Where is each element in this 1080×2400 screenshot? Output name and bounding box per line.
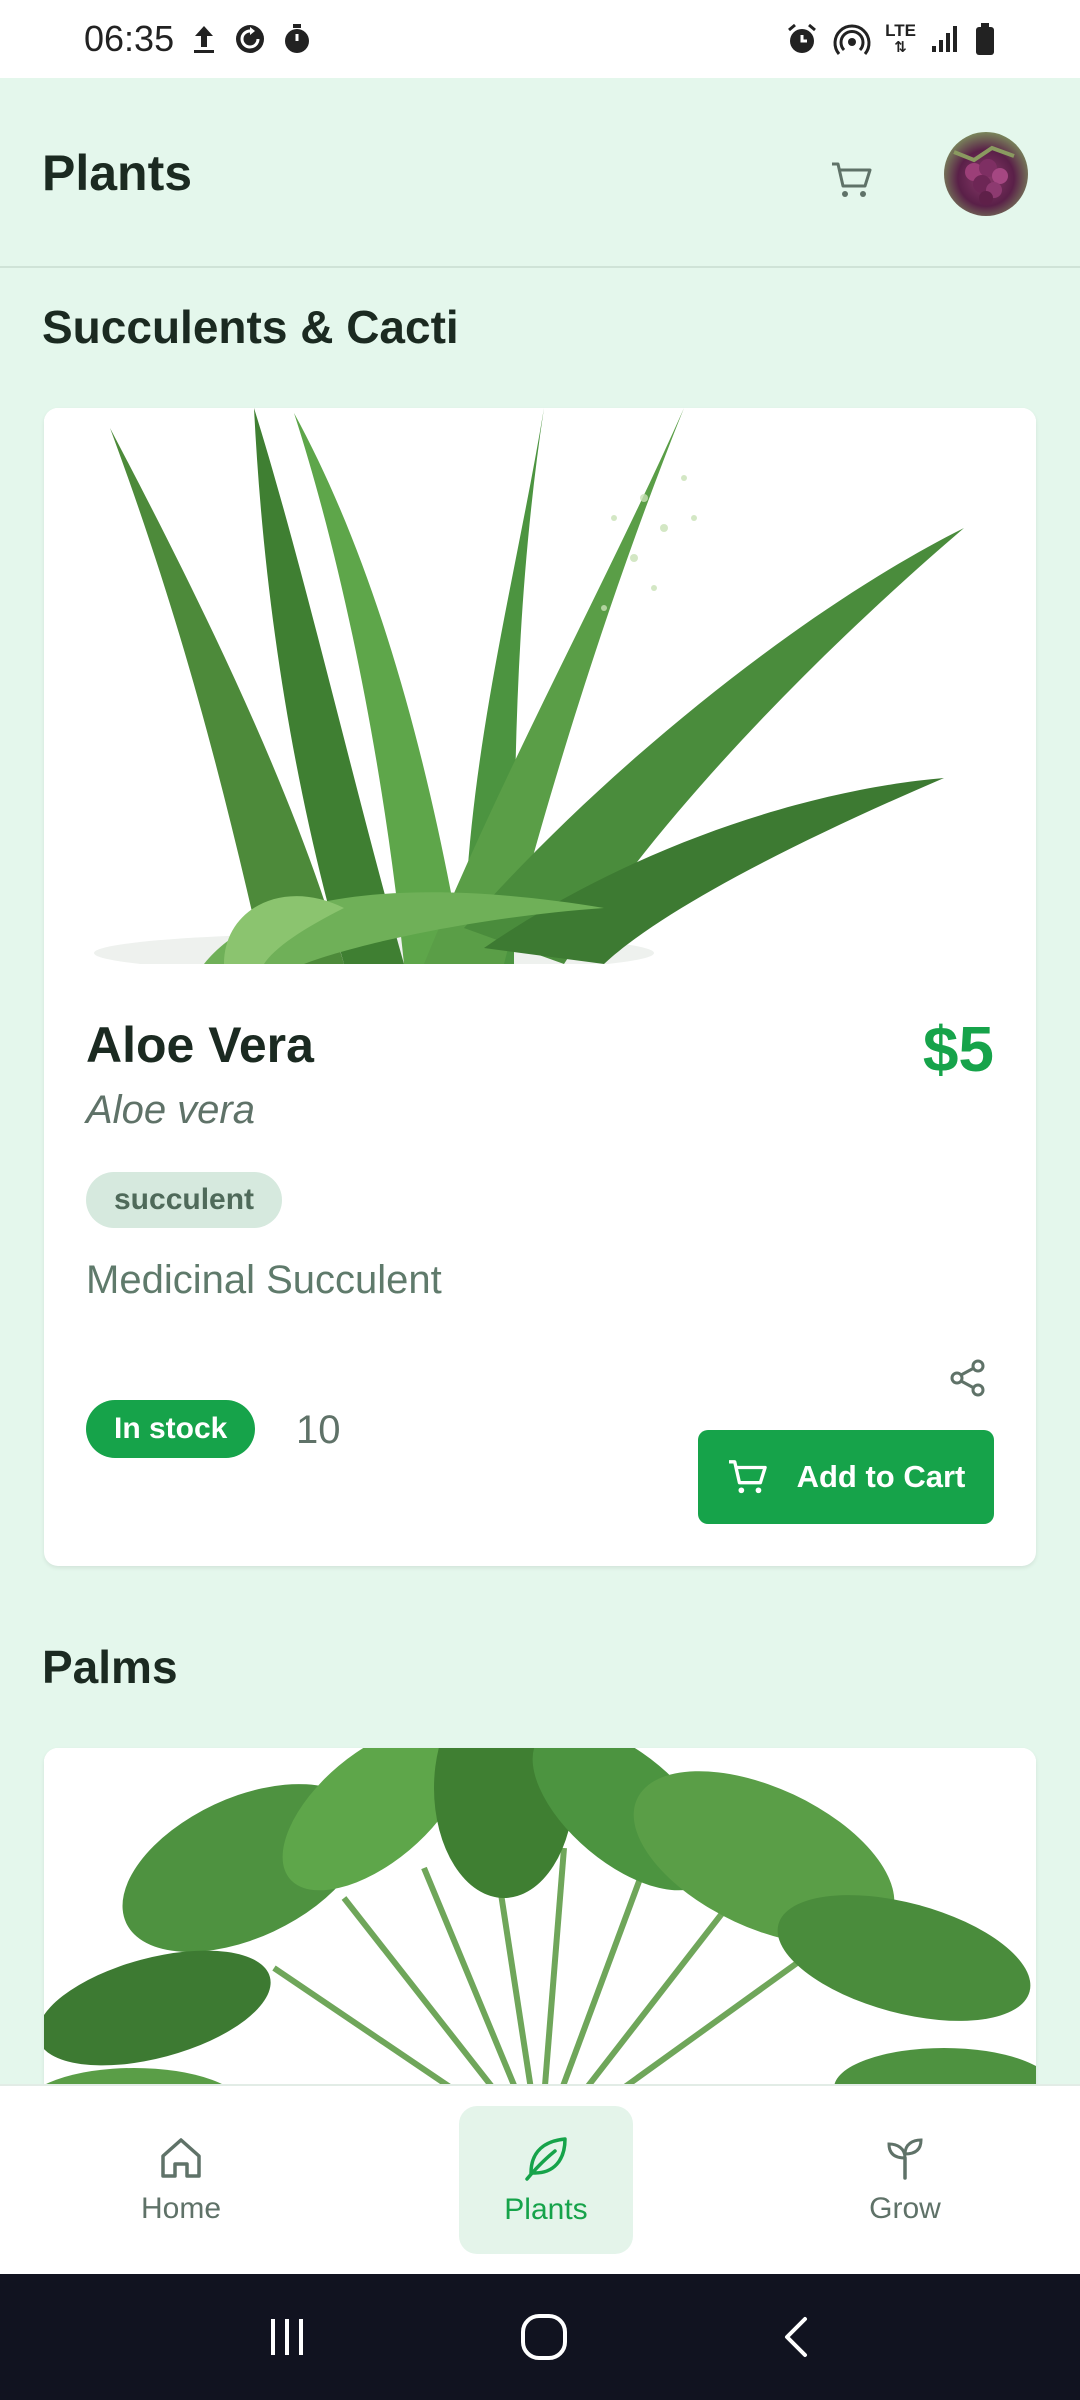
alarm-icon bbox=[785, 22, 819, 56]
plant-description: Medicinal Succulent bbox=[86, 1258, 442, 1302]
signal-icon bbox=[930, 24, 960, 54]
stock-status-badge: In stock bbox=[86, 1400, 256, 1458]
sync-icon bbox=[234, 23, 266, 55]
recents-icon[interactable] bbox=[263, 2313, 311, 2361]
plant-price: $5 bbox=[922, 1013, 994, 1085]
section-heading-palms: Palms bbox=[42, 1641, 178, 1693]
plant-card-aloe-vera[interactable]: Aloe Vera $5 Aloe vera succulent Medicin… bbox=[44, 408, 1036, 1566]
stopwatch-icon bbox=[282, 23, 312, 55]
cart-icon[interactable] bbox=[820, 148, 884, 212]
status-bar: 06:35 LTE ⇅ bbox=[0, 0, 1080, 78]
system-navigation-bar bbox=[0, 2274, 1080, 2400]
nav-label-home: Home bbox=[140, 2192, 222, 2225]
app-header: Plants bbox=[0, 78, 1080, 268]
sprout-icon bbox=[881, 2134, 929, 2182]
home-circle-icon[interactable] bbox=[518, 2311, 570, 2363]
share-icon[interactable] bbox=[944, 1354, 992, 1402]
aloe-vera-plant-image bbox=[44, 408, 1036, 973]
nav-label-plants: Plants bbox=[504, 2193, 588, 2226]
add-to-cart-label: Add to Cart bbox=[796, 1459, 966, 1494]
home-icon bbox=[157, 2134, 205, 2182]
hotspot-icon bbox=[833, 22, 871, 56]
lte-label: LTE bbox=[885, 21, 916, 40]
nav-label-grow: Grow bbox=[869, 2192, 941, 2225]
scientific-name: Aloe vera bbox=[86, 1088, 255, 1132]
bottom-navigation: Home Plants Grow bbox=[0, 2084, 1080, 2274]
cart-icon bbox=[727, 1458, 769, 1496]
back-icon[interactable] bbox=[777, 2313, 817, 2361]
leaf-icon bbox=[521, 2133, 571, 2183]
status-left: 06:35 bbox=[84, 18, 312, 60]
plant-name: Aloe Vera bbox=[86, 1017, 314, 1073]
nav-item-home[interactable]: Home bbox=[94, 2106, 268, 2254]
status-time: 06:35 bbox=[84, 18, 175, 59]
nav-item-grow[interactable]: Grow bbox=[818, 2106, 992, 2254]
page-title: Plants bbox=[42, 145, 193, 201]
status-right: LTE ⇅ bbox=[785, 22, 996, 56]
battery-icon bbox=[974, 22, 996, 56]
avatar[interactable] bbox=[944, 132, 1028, 216]
section-heading-succulents: Succulents & Cacti bbox=[42, 301, 459, 353]
lte-arrows: ⇅ bbox=[894, 39, 907, 56]
stock-count: 10 bbox=[296, 1408, 341, 1452]
upload-icon bbox=[190, 23, 218, 55]
category-tag: succulent bbox=[86, 1172, 283, 1228]
lte-icon: LTE ⇅ bbox=[885, 22, 916, 56]
add-to-cart-button[interactable]: Add to Cart bbox=[698, 1430, 994, 1524]
nav-item-plants[interactable]: Plants bbox=[459, 2106, 633, 2254]
